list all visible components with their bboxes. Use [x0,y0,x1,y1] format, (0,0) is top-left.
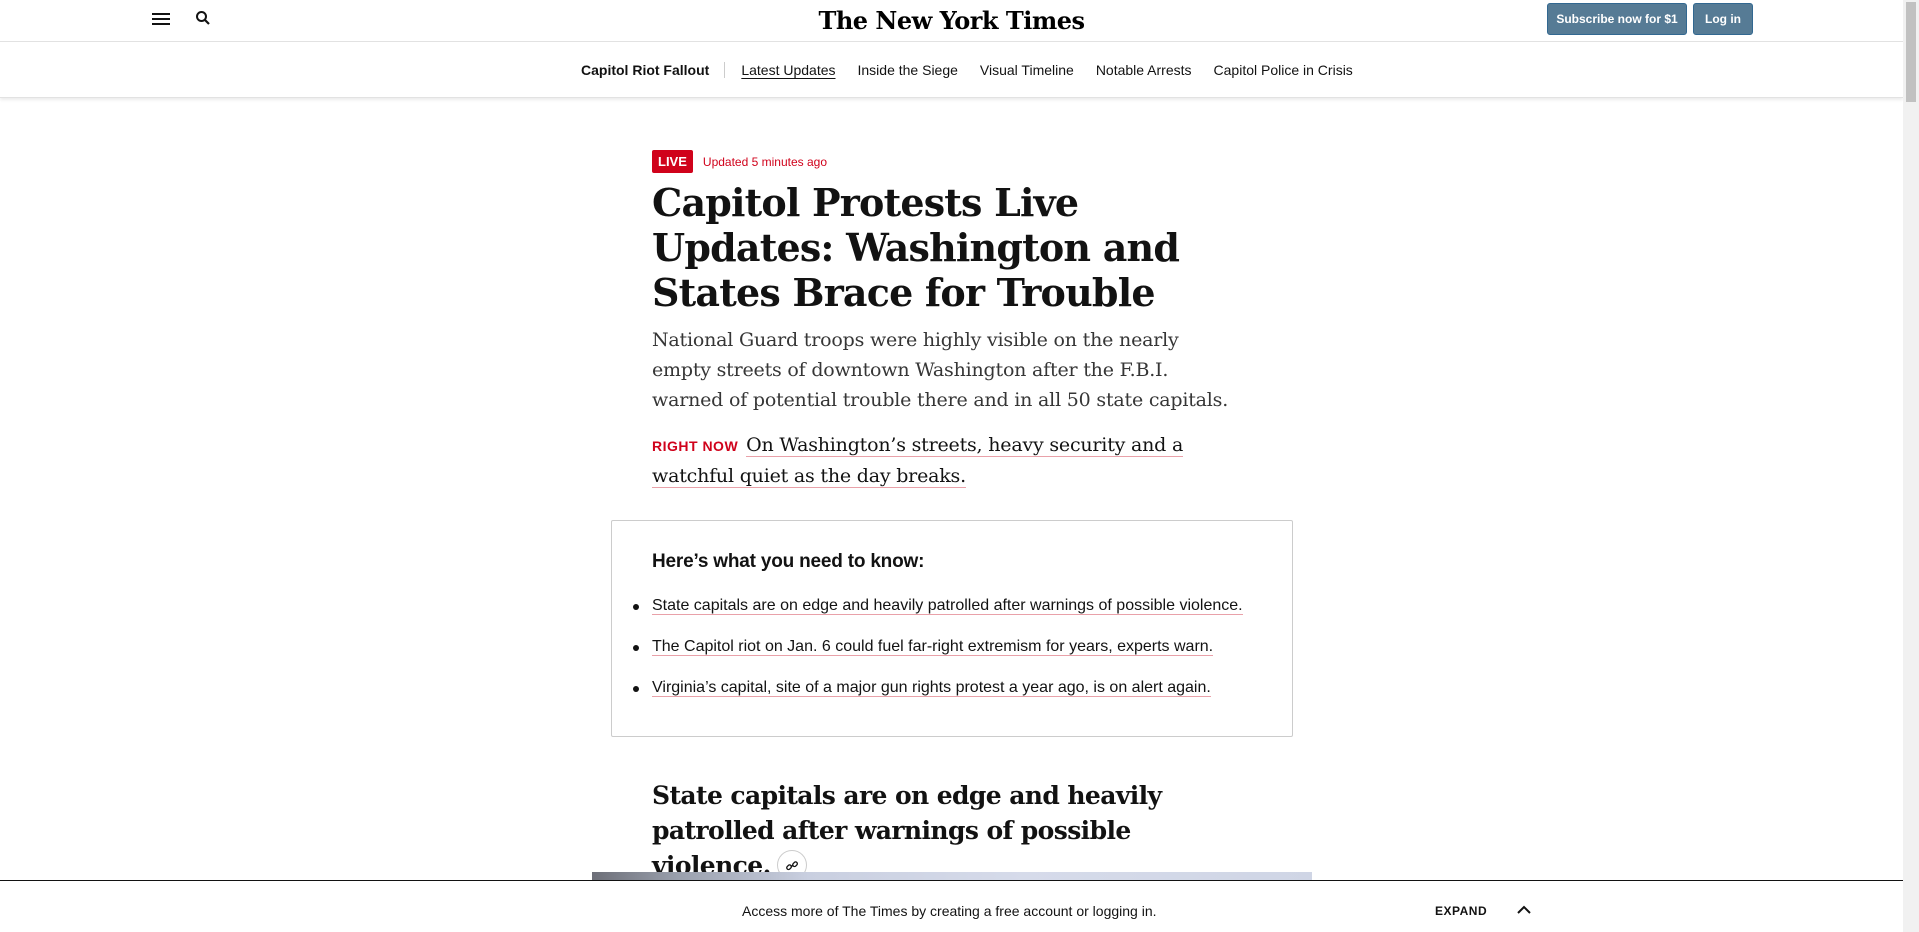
need-to-know-list: State capitals are on edge and heavily p… [633,594,1243,717]
need-to-know-link[interactable]: State capitals are on edge and heavily p… [652,597,1243,615]
list-item: Virginia’s capital, site of a major gun … [633,676,1243,700]
chevron-up-icon[interactable] [1516,903,1532,915]
post-headline: State capitals are on edge and heavily p… [652,778,1252,883]
section-link-capitol-police[interactable]: Capitol Police in Crisis [1214,62,1353,78]
need-to-know-title: Here’s what you need to know: [652,551,925,572]
right-now-label: RIGHT NOW [652,438,739,454]
post-headline-text: State capitals are on edge and heavily p… [652,781,1162,880]
section-link-inside-the-siege[interactable]: Inside the Siege [858,62,958,78]
article-headline: Capitol Protests Live Updates: Washingto… [652,180,1180,315]
need-to-know-box: Here’s what you need to know: State capi… [611,520,1293,737]
list-item: State capitals are on edge and heavily p… [633,594,1243,618]
article-summary: National Guard troops were highly visibl… [652,329,1229,411]
need-to-know-link[interactable]: The Capitol riot on Jan. 6 could fuel fa… [652,638,1214,656]
registration-bar: Access more of The Times by creating a f… [0,880,1903,932]
section-link-latest-updates[interactable]: Latest Updates [741,62,835,78]
login-button[interactable]: Log in [1693,3,1753,35]
expand-button[interactable]: EXPAND [1435,904,1487,918]
scrollbar[interactable] [1903,0,1919,932]
list-item: The Capitol riot on Jan. 6 could fuel fa… [633,635,1243,659]
right-now-block: RIGHT NOW On Washington’s streets, heavy … [652,430,1252,491]
scrollbar-thumb[interactable] [1906,2,1916,102]
masthead: The New York Times Subscribe now for $1 … [0,0,1903,42]
section-link-notable-arrests[interactable]: Notable Arrests [1096,62,1192,78]
updated-timestamp: Updated 5 minutes ago [702,154,827,169]
need-to-know-link[interactable]: Virginia’s capital, site of a major gun … [652,679,1211,697]
section-title[interactable]: Capitol Riot Fallout [581,62,726,78]
registration-text: Access more of The Times by creating a f… [742,903,1157,919]
section-nav: Capitol Riot Fallout Latest Updates Insi… [0,42,1903,98]
subscribe-button[interactable]: Subscribe now for $1 [1547,3,1687,35]
live-badge: LIVE [652,150,693,173]
live-status-row: LIVE Updated 5 minutes ago [652,150,827,173]
section-link-visual-timeline[interactable]: Visual Timeline [980,62,1074,78]
